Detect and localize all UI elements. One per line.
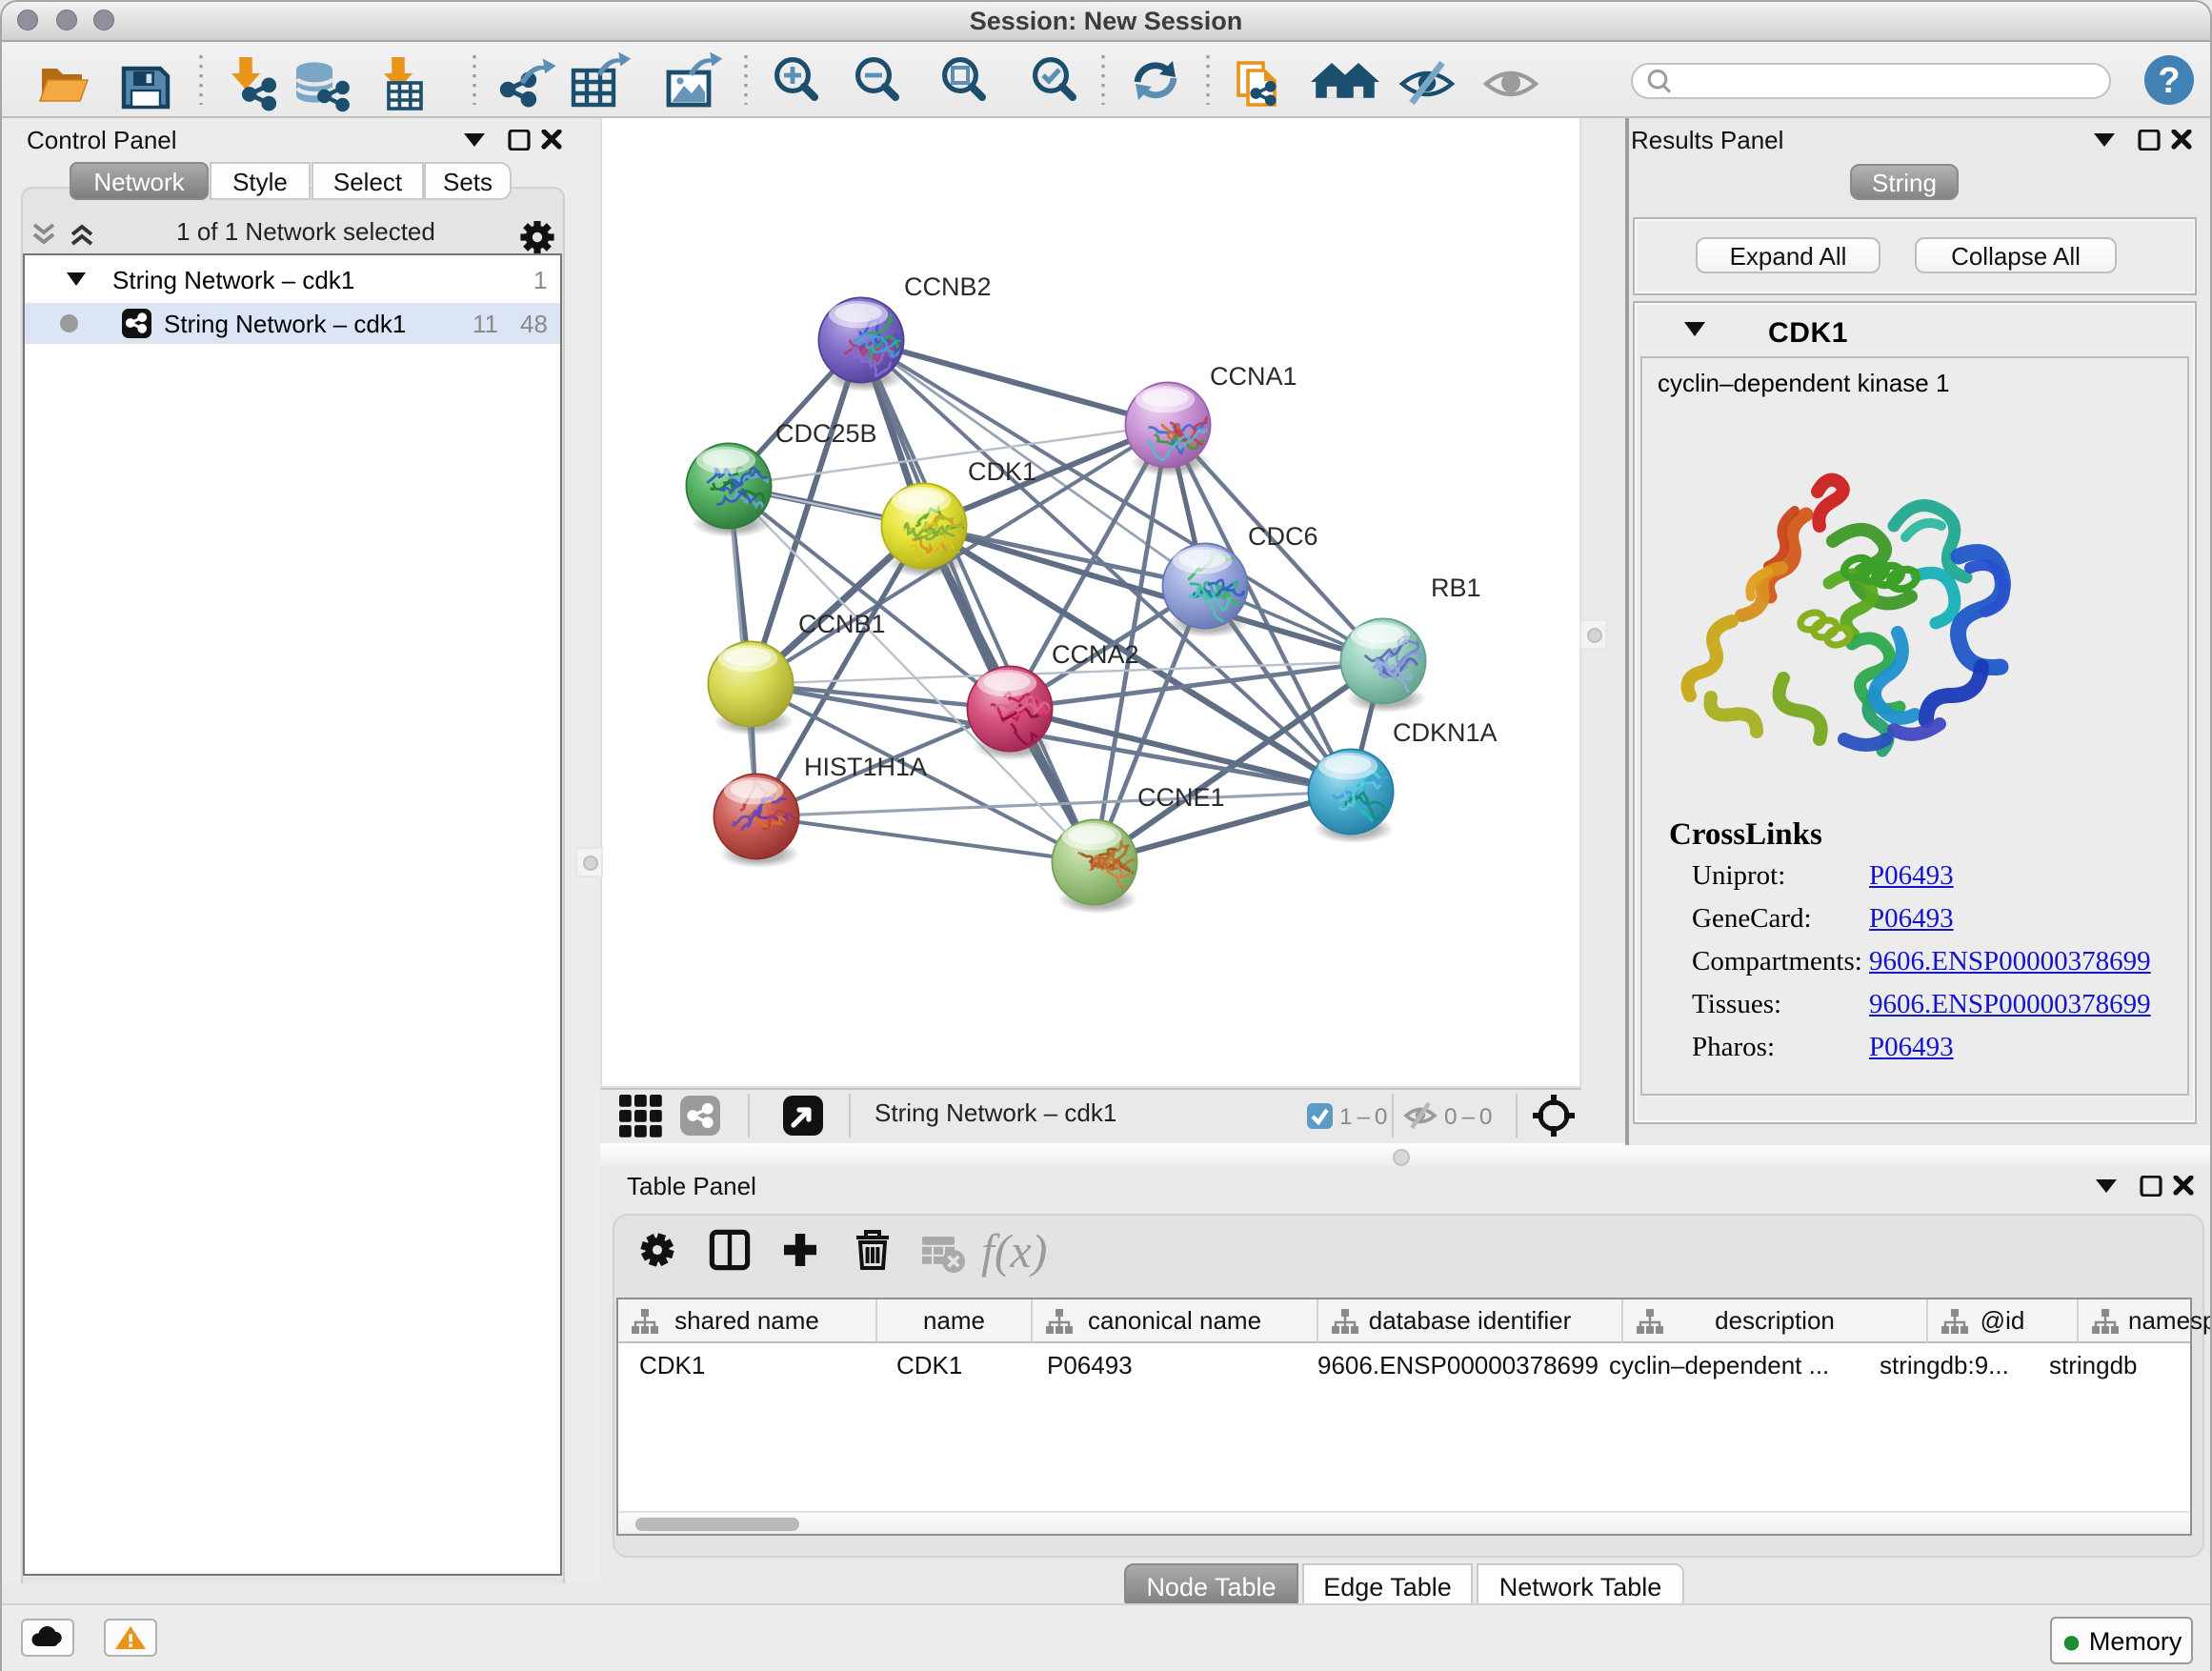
svg-text:HIST1H1A: HIST1H1A [804, 753, 927, 781]
svg-text:CCNB1: CCNB1 [798, 610, 886, 638]
svg-text:f(x): f(x) [981, 1224, 1047, 1278]
svg-text:CDK1: CDK1 [968, 457, 1036, 486]
svg-text:?: ? [2158, 61, 2180, 101]
svg-text:CDC25B: CDC25B [775, 419, 877, 448]
svg-text:RB1: RB1 [1431, 574, 1481, 602]
svg-text:CCNE1: CCNE1 [1137, 783, 1225, 812]
svg-text:CDC6: CDC6 [1248, 522, 1318, 551]
svg-text:CCNB2: CCNB2 [904, 272, 992, 301]
svg-text:0 – 0: 0 – 0 [1444, 1104, 1492, 1130]
svg-text:1 – 0: 1 – 0 [1339, 1104, 1387, 1130]
svg-text:CCNA2: CCNA2 [1052, 640, 1139, 669]
svg-text:CDKN1A: CDKN1A [1393, 718, 1498, 747]
svg-text:CCNA1: CCNA1 [1210, 362, 1297, 391]
